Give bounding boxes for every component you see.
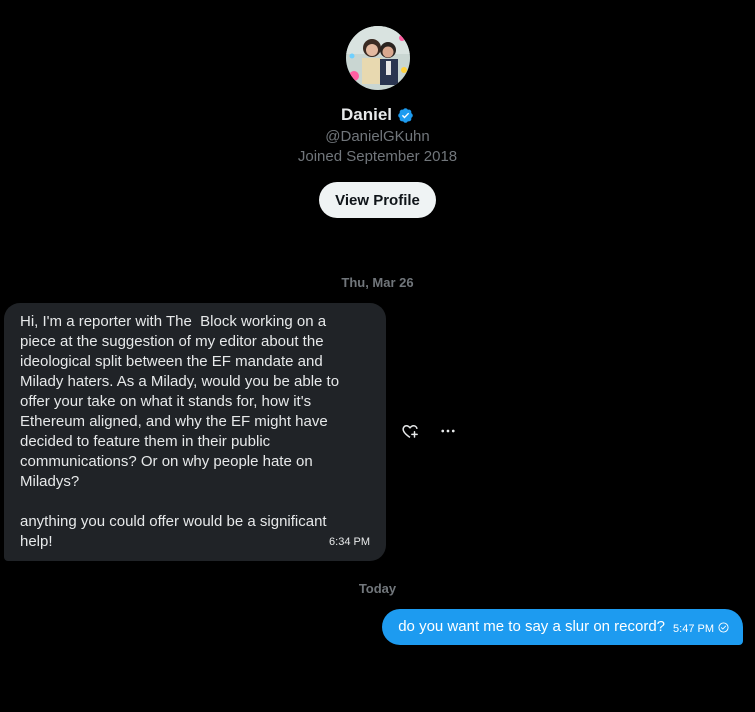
- joined-date: Joined September 2018: [297, 148, 458, 165]
- avatar[interactable]: [345, 26, 410, 90]
- sent-check-icon: [718, 622, 729, 636]
- outgoing-message-text: do you want me to say a slur on record?: [398, 618, 666, 635]
- dm-conversation: Daniel @DanielGKuhn Joined September 201…: [0, 0, 755, 712]
- profile-header: Daniel @DanielGKuhn Joined September 201…: [0, 26, 755, 218]
- profile-handle: @DanielGKuhn: [325, 128, 430, 145]
- outgoing-message-time: 5:47 PM: [673, 623, 714, 635]
- profile-name: Daniel: [340, 105, 393, 124]
- avatar-image: [345, 26, 410, 90]
- outgoing-message-bubble[interactable]: do you want me to say a slur on record? …: [382, 609, 743, 645]
- verified-badge-icon: [397, 107, 414, 124]
- date-separator: Thu, Mar 26: [341, 275, 414, 290]
- incoming-message-text: Hi, I'm a reporter with The Block workin…: [20, 313, 340, 550]
- outgoing-message-meta: 5:47 PM: [673, 622, 729, 636]
- heart-plus-icon[interactable]: [400, 421, 420, 441]
- view-profile-button[interactable]: View Profile: [319, 182, 436, 218]
- date-separator-today: Today: [358, 581, 397, 596]
- message-actions: [400, 421, 458, 441]
- name-row: Daniel: [341, 104, 414, 126]
- incoming-message-time: 6:34 PM: [329, 536, 370, 548]
- incoming-message-bubble[interactable]: Hi, I'm a reporter with The Block workin…: [4, 303, 386, 561]
- more-dots-icon[interactable]: [438, 421, 458, 441]
